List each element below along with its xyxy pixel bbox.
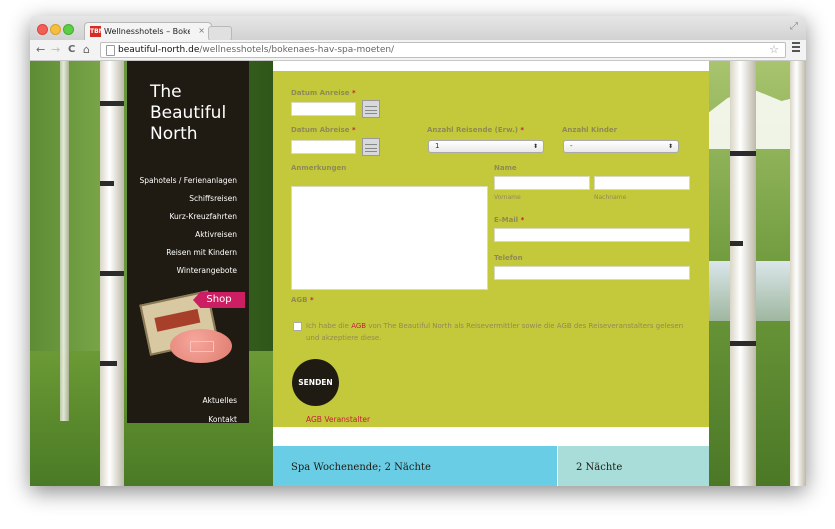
offer-card[interactable]: Spa Wochenende; 2 Nächte xyxy=(273,446,557,486)
browser-tab[interactable]: TBN Wellnesshotels – Bokenäs Ha × xyxy=(84,22,212,41)
nav-item-winterangebote[interactable]: Winterangebote xyxy=(139,262,237,280)
soap-image xyxy=(170,329,232,363)
tab-close-icon[interactable]: × xyxy=(198,26,205,35)
browser-toolbar: ← → C ⌂ beautiful-north.de/wellnesshotel… xyxy=(30,40,806,61)
nav-item-spahotels[interactable]: Spahotels / Ferienanlagen xyxy=(139,172,237,190)
shop-banner[interactable]: Shop xyxy=(139,289,245,371)
page-icon xyxy=(106,45,115,56)
email-input[interactable] xyxy=(494,228,690,242)
booking-form: Datum Anreise * Datum Abreise * Anzahl R… xyxy=(273,71,709,427)
nav-item-aktuelles[interactable]: Aktuelles xyxy=(203,391,237,410)
logo-line: North xyxy=(150,124,198,144)
travellers-value: 1 xyxy=(435,142,440,150)
agb-link[interactable]: AGB xyxy=(351,322,366,330)
page-viewport: The Beautiful North Spahotels / Ferienan… xyxy=(30,61,806,486)
select-arrows-icon: ⬍ xyxy=(532,143,538,150)
nav-item-schiffsreisen[interactable]: Schiffsreisen xyxy=(139,190,237,208)
remarks-label: Anmerkungen xyxy=(291,164,347,172)
departure-label: Datum Abreise * xyxy=(291,126,356,134)
close-window-button[interactable] xyxy=(37,24,48,35)
children-value: - xyxy=(570,142,573,150)
birch-trunk xyxy=(790,61,806,486)
agb-checkbox[interactable] xyxy=(293,322,302,331)
home-icon[interactable]: ⌂ xyxy=(83,43,90,56)
zoom-window-button[interactable] xyxy=(63,24,74,35)
departure-date-input[interactable] xyxy=(291,140,356,154)
name-label: Name xyxy=(494,164,517,172)
minimize-window-button[interactable] xyxy=(50,24,61,35)
url-text: beautiful-north.de/wellnesshotels/bokena… xyxy=(118,43,394,57)
lastname-hint: Nachname xyxy=(594,194,627,201)
firstname-hint: Vorname xyxy=(494,194,521,201)
nav-item-kontakt[interactable]: Kontakt xyxy=(203,410,237,429)
secondary-nav: Aktuelles Kontakt xyxy=(203,391,237,429)
children-select[interactable]: - ⬍ xyxy=(563,140,679,153)
nav-item-reisen-mit-kindern[interactable]: Reisen mit Kindern xyxy=(139,244,237,262)
main-content: Datum Anreise * Datum Abreise * Anzahl R… xyxy=(273,61,709,486)
arrival-label: Datum Anreise * xyxy=(291,89,356,97)
agb-label: AGB * xyxy=(291,296,314,304)
firstname-input[interactable] xyxy=(494,176,590,190)
birch-trunk xyxy=(730,61,756,486)
remarks-textarea[interactable] xyxy=(291,186,488,290)
site-logo[interactable]: The Beautiful North xyxy=(150,82,226,145)
main-nav: Spahotels / Ferienanlagen Schiffsreisen … xyxy=(139,172,237,280)
fullscreen-icon[interactable]: ⤢ xyxy=(790,21,798,32)
back-icon[interactable]: ← xyxy=(36,43,45,56)
tab-bar: TBN Wellnesshotels – Bokenäs Ha × ⤢ xyxy=(30,16,806,41)
browser-window: TBN Wellnesshotels – Bokenäs Ha × ⤢ ← → … xyxy=(30,16,806,486)
favicon-icon: TBN xyxy=(90,26,104,37)
email-label: E-Mail * xyxy=(494,216,525,224)
url-path: /wellnesshotels/bokenaes-hav-spa-moeten/ xyxy=(199,45,395,55)
phone-label: Telefon xyxy=(494,254,523,262)
select-arrows-icon: ⬍ xyxy=(667,143,673,150)
offer-title: 2 Nächte xyxy=(576,462,623,473)
shop-ribbon[interactable]: Shop xyxy=(193,292,245,308)
forward-icon[interactable]: → xyxy=(51,43,60,56)
new-tab-button[interactable] xyxy=(208,26,232,41)
send-button[interactable]: SENDEN xyxy=(292,359,339,406)
agb-consent-text: Ich habe die AGB von The Beautiful North… xyxy=(306,322,684,342)
sidebar: The Beautiful North Spahotels / Ferienan… xyxy=(127,61,249,424)
calendar-icon[interactable] xyxy=(362,100,380,118)
logo-line: Beautiful xyxy=(150,103,227,123)
children-label: Anzahl Kinder xyxy=(562,126,618,134)
tab-title: Wellnesshotels – Bokenäs Ha xyxy=(104,27,190,36)
travellers-label: Anzahl Reisende (Erw.) * xyxy=(427,126,525,134)
bookmark-star-icon[interactable]: ☆ xyxy=(769,43,779,57)
calendar-icon[interactable] xyxy=(362,138,380,156)
lastname-input[interactable] xyxy=(594,176,690,190)
travellers-select[interactable]: 1 ⬍ xyxy=(428,140,544,153)
logo-line: The xyxy=(150,82,182,102)
url-host: beautiful-north.de xyxy=(118,45,200,55)
address-bar[interactable]: beautiful-north.de/wellnesshotels/bokena… xyxy=(100,42,786,58)
agb-operator-link[interactable]: AGB Veranstalter xyxy=(306,415,370,424)
offer-card[interactable]: 2 Nächte xyxy=(558,446,709,486)
nav-item-aktivreisen[interactable]: Aktivreisen xyxy=(139,226,237,244)
offer-title: Spa Wochenende; 2 Nächte xyxy=(291,462,431,473)
phone-input[interactable] xyxy=(494,266,690,280)
arrival-date-input[interactable] xyxy=(291,102,356,116)
birch-trunk xyxy=(60,61,69,421)
nav-item-kurz-kreuzfahrten[interactable]: Kurz-Kreuzfahrten xyxy=(139,208,237,226)
menu-icon[interactable] xyxy=(792,42,800,54)
reload-icon[interactable]: C xyxy=(68,44,75,55)
birch-trunk xyxy=(100,61,124,486)
